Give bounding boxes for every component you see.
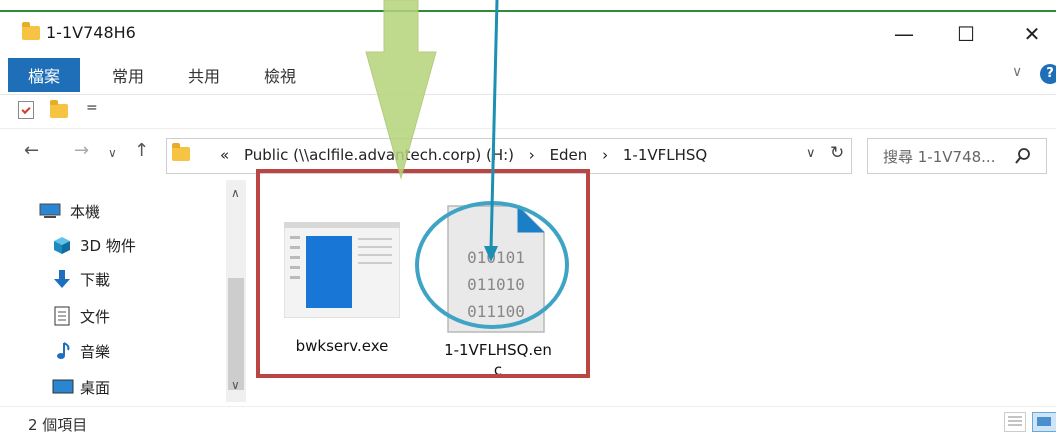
annotation-arrow-green	[365, 0, 437, 180]
large-icons-view-icon	[1037, 417, 1051, 426]
item-count: 2 個項目	[28, 416, 88, 434]
annotation-overlay	[365, 0, 569, 329]
details-view-icon	[1008, 416, 1022, 426]
details-view-button[interactable]	[1004, 412, 1026, 432]
status-bar	[0, 406, 1056, 435]
annotation-arrow-blue-line	[489, 0, 499, 251]
large-icons-view-button[interactable]	[1032, 412, 1056, 432]
annotation-arrow-blue-head	[484, 246, 498, 262]
